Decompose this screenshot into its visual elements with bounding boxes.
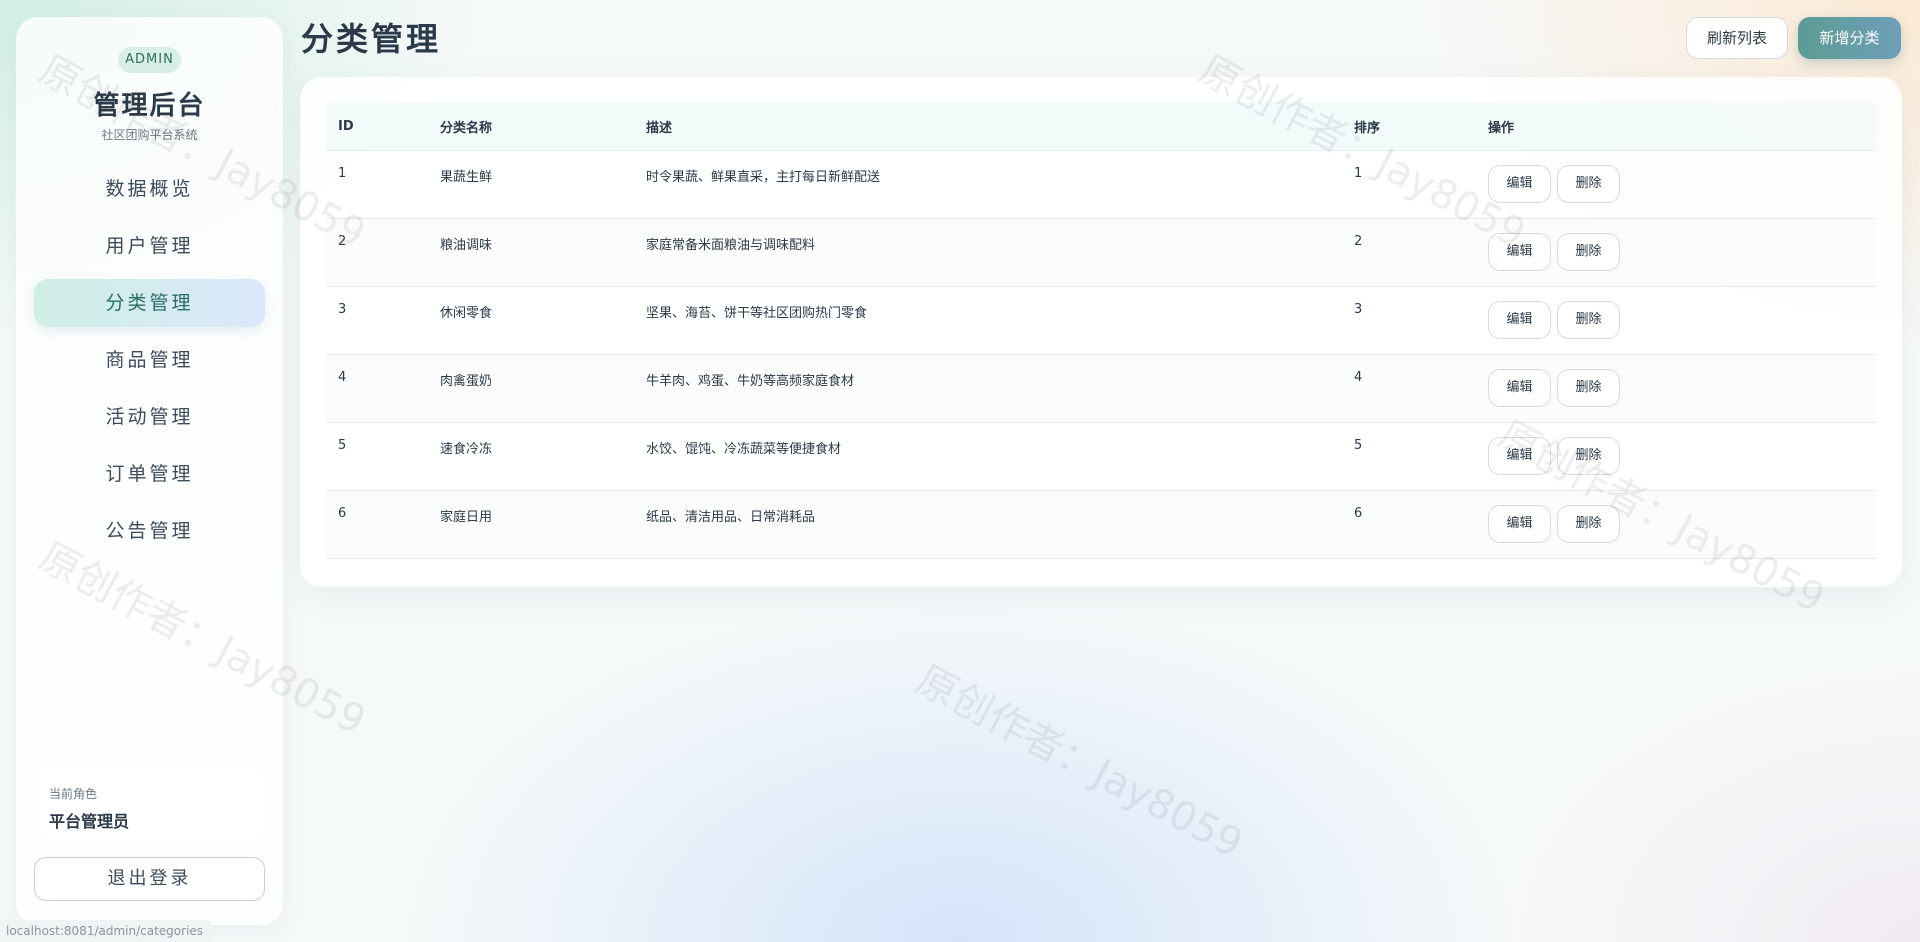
add-category-button[interactable]: 新增分类 bbox=[1798, 17, 1901, 59]
cell-sort: 6 bbox=[1342, 490, 1476, 559]
category-table: ID 分类名称 描述 排序 操作 1 果蔬生鲜 时令果蔬、鲜果直采，主打每日新鲜… bbox=[326, 102, 1876, 559]
delete-button[interactable]: 删除 bbox=[1557, 233, 1620, 271]
app-subtitle: 社区团购平台系统 bbox=[101, 128, 198, 142]
brand: ADMIN 管理后台 社区团购平台系统 bbox=[16, 17, 283, 143]
refresh-list-button[interactable]: 刷新列表 bbox=[1686, 17, 1788, 59]
cell-sort: 4 bbox=[1342, 354, 1476, 423]
delete-button[interactable]: 删除 bbox=[1557, 369, 1620, 407]
cell-name: 肉禽蛋奶 bbox=[428, 354, 634, 423]
cell-id: 5 bbox=[326, 422, 428, 491]
role-name: 平台管理员 bbox=[49, 812, 130, 831]
nav-item-users[interactable]: 用户管理 bbox=[34, 222, 265, 270]
table-row: 1 果蔬生鲜 时令果蔬、鲜果直采，主打每日新鲜配送 1 编辑 删除 bbox=[326, 150, 1876, 219]
column-header-actions: 操作 bbox=[1476, 102, 1876, 151]
delete-button[interactable]: 删除 bbox=[1557, 301, 1620, 339]
cell-description: 坚果、海苔、饼干等社区团购热门零食 bbox=[634, 286, 1342, 355]
column-header-sort: 排序 bbox=[1342, 102, 1476, 151]
cell-description: 纸品、清洁用品、日常消耗品 bbox=[634, 490, 1342, 559]
cell-description: 家庭常备米面粮油与调味配料 bbox=[634, 218, 1342, 287]
page-title: 分类管理 bbox=[301, 20, 442, 58]
cell-sort: 2 bbox=[1342, 218, 1476, 287]
status-bar-url: localhost:8081/admin/categories bbox=[0, 920, 212, 942]
nav-item-categories[interactable]: 分类管理 bbox=[34, 279, 265, 327]
nav-item-announcements[interactable]: 公告管理 bbox=[34, 507, 265, 555]
sidebar-nav: 数据概览 用户管理 分类管理 商品管理 活动管理 订单管理 公告管理 bbox=[16, 165, 283, 555]
nav-item-dashboard[interactable]: 数据概览 bbox=[34, 165, 265, 213]
cell-name: 果蔬生鲜 bbox=[428, 150, 634, 219]
watermark: 原创作者：Jay8059 bbox=[908, 656, 1250, 868]
role-card: 当前角色 平台管理员 bbox=[34, 769, 265, 839]
role-label: 当前角色 bbox=[49, 787, 98, 801]
cell-description: 时令果蔬、鲜果直采，主打每日新鲜配送 bbox=[634, 150, 1342, 219]
cell-sort: 1 bbox=[1342, 150, 1476, 219]
logout-button[interactable]: 退出登录 bbox=[34, 857, 265, 901]
nav-item-orders[interactable]: 订单管理 bbox=[34, 450, 265, 498]
cell-id: 4 bbox=[326, 354, 428, 423]
delete-button[interactable]: 删除 bbox=[1557, 165, 1620, 203]
admin-badge: ADMIN bbox=[118, 47, 181, 73]
cell-actions: 编辑 删除 bbox=[1476, 422, 1876, 491]
edit-button[interactable]: 编辑 bbox=[1488, 505, 1551, 543]
cell-name: 粮油调味 bbox=[428, 218, 634, 287]
cell-actions: 编辑 删除 bbox=[1476, 218, 1876, 287]
delete-button[interactable]: 删除 bbox=[1557, 505, 1620, 543]
category-table-panel: ID 分类名称 描述 排序 操作 1 果蔬生鲜 时令果蔬、鲜果直采，主打每日新鲜… bbox=[300, 77, 1902, 587]
edit-button[interactable]: 编辑 bbox=[1488, 437, 1551, 475]
column-header-description: 描述 bbox=[634, 102, 1342, 151]
cell-id: 3 bbox=[326, 286, 428, 355]
edit-button[interactable]: 编辑 bbox=[1488, 165, 1551, 203]
app-title: 管理后台 bbox=[93, 91, 206, 121]
cell-name: 家庭日用 bbox=[428, 490, 634, 559]
table-row: 3 休闲零食 坚果、海苔、饼干等社区团购热门零食 3 编辑 删除 bbox=[326, 286, 1876, 355]
cell-name: 休闲零食 bbox=[428, 286, 634, 355]
table-row: 5 速食冷冻 水饺、馄饨、冷冻蔬菜等便捷食材 5 编辑 删除 bbox=[326, 422, 1876, 491]
cell-actions: 编辑 删除 bbox=[1476, 354, 1876, 423]
cell-name: 速食冷冻 bbox=[428, 422, 634, 491]
cell-id: 2 bbox=[326, 218, 428, 287]
column-header-name: 分类名称 bbox=[428, 102, 634, 151]
cell-actions: 编辑 删除 bbox=[1476, 286, 1876, 355]
sidebar: ADMIN 管理后台 社区团购平台系统 数据概览 用户管理 分类管理 商品管理 … bbox=[16, 17, 283, 925]
cell-actions: 编辑 删除 bbox=[1476, 150, 1876, 219]
cell-id: 6 bbox=[326, 490, 428, 559]
table-row: 2 粮油调味 家庭常备米面粮油与调味配料 2 编辑 删除 bbox=[326, 218, 1876, 287]
nav-item-products[interactable]: 商品管理 bbox=[34, 336, 265, 384]
cell-description: 水饺、馄饨、冷冻蔬菜等便捷食材 bbox=[634, 422, 1342, 491]
edit-button[interactable]: 编辑 bbox=[1488, 301, 1551, 339]
nav-item-activities[interactable]: 活动管理 bbox=[34, 393, 265, 441]
table-row: 4 肉禽蛋奶 牛羊肉、鸡蛋、牛奶等高频家庭食材 4 编辑 删除 bbox=[326, 354, 1876, 423]
table-row: 6 家庭日用 纸品、清洁用品、日常消耗品 6 编辑 删除 bbox=[326, 490, 1876, 559]
column-header-id: ID bbox=[326, 102, 428, 151]
cell-actions: 编辑 删除 bbox=[1476, 490, 1876, 559]
edit-button[interactable]: 编辑 bbox=[1488, 233, 1551, 271]
table-header-row: ID 分类名称 描述 排序 操作 bbox=[326, 102, 1876, 151]
cell-description: 牛羊肉、鸡蛋、牛奶等高频家庭食材 bbox=[634, 354, 1342, 423]
edit-button[interactable]: 编辑 bbox=[1488, 369, 1551, 407]
cell-id: 1 bbox=[326, 150, 428, 219]
cell-sort: 3 bbox=[1342, 286, 1476, 355]
cell-sort: 5 bbox=[1342, 422, 1476, 491]
delete-button[interactable]: 删除 bbox=[1557, 437, 1620, 475]
